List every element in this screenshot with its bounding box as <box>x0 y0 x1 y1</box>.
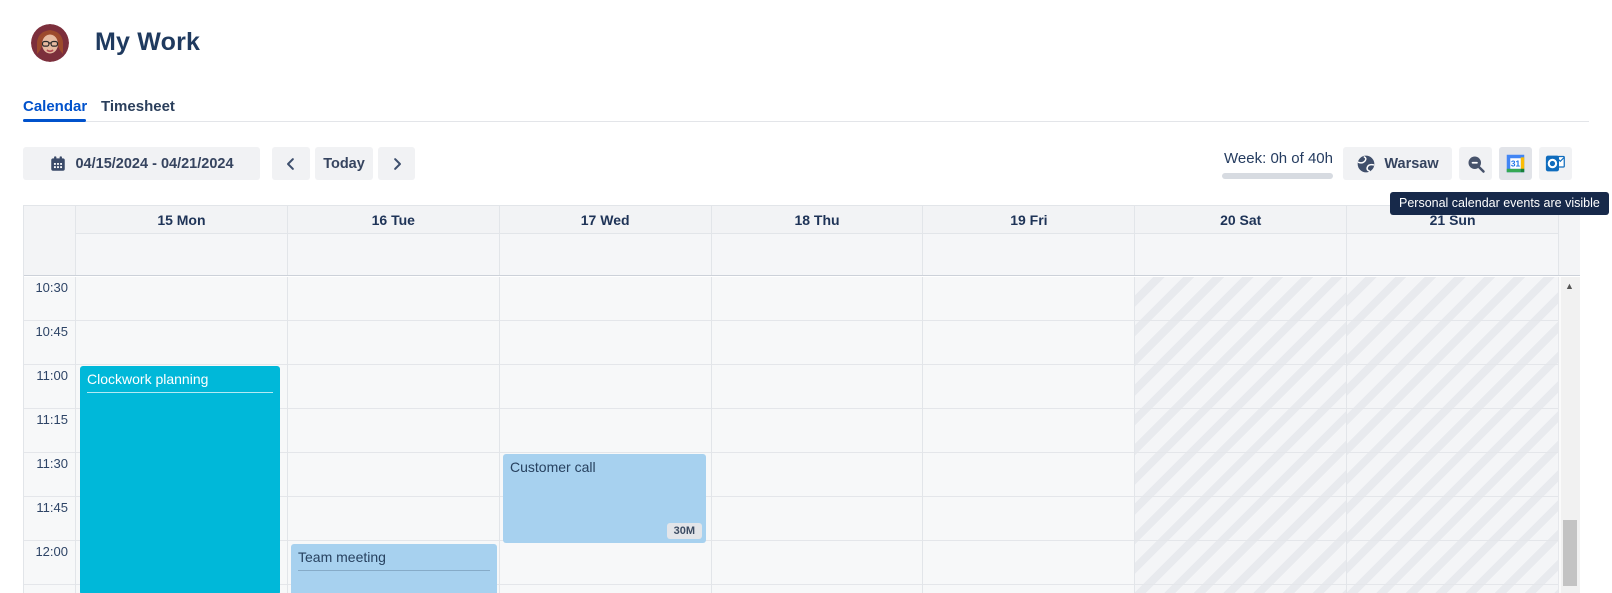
allday-cell[interactable] <box>1347 234 1558 275</box>
week-summary-label: Week: 0h of 40h <box>1160 150 1333 167</box>
day-column-thu[interactable] <box>711 277 923 593</box>
personal-events-tooltip: Personal calendar events are visible <box>1390 192 1609 215</box>
tab-timesheet[interactable]: Timesheet <box>101 98 175 115</box>
grid-corner-cell <box>24 206 75 275</box>
day-header-thu: 18 Thu <box>711 206 923 275</box>
outlook-icon <box>1545 153 1566 174</box>
event-customer-call[interactable]: Customer call 30M <box>503 454 706 543</box>
svg-text:31: 31 <box>1511 158 1521 168</box>
week-progress-bar <box>1222 173 1333 179</box>
day-header-tue: 16 Tue <box>287 206 499 275</box>
allday-cell[interactable] <box>923 234 1134 275</box>
tab-calendar[interactable]: Calendar <box>23 98 87 115</box>
day-column-wed[interactable] <box>499 277 711 593</box>
date-range-button[interactable]: 04/15/2024 - 04/21/2024 <box>23 147 260 180</box>
day-header-label: 20 Sat <box>1135 206 1346 234</box>
time-label: 10:30 <box>35 280 68 295</box>
day-column-sat[interactable] <box>1134 277 1346 593</box>
calendar-grid: 15 Mon 16 Tue 17 Wed 18 Thu 19 Fri 20 Sa… <box>23 205 1580 593</box>
day-header-label: 15 Mon <box>76 206 287 234</box>
event-title: Team meeting <box>298 549 490 571</box>
avatar[interactable] <box>31 24 69 62</box>
week-progress: Week: 0h of 40h <box>1160 150 1333 179</box>
scrollbar-thumb[interactable] <box>1563 520 1577 586</box>
timezone-button[interactable]: Warsaw <box>1343 147 1452 180</box>
day-header-mon: 15 Mon <box>75 206 287 275</box>
event-duration-badge: 30M <box>667 523 702 539</box>
header-filler-cell <box>1558 206 1580 275</box>
time-label: 12:00 <box>35 544 68 559</box>
event-title: Customer call <box>510 459 699 480</box>
time-gutter: 10:30 10:45 11:00 11:15 11:30 11:45 12:0… <box>24 277 75 593</box>
time-label: 11:30 <box>36 456 68 471</box>
event-clockwork-planning[interactable]: Clockwork planning <box>80 366 280 593</box>
allday-cell[interactable] <box>76 234 287 275</box>
timezone-label: Warsaw <box>1384 156 1438 172</box>
day-header-wed: 17 Wed <box>499 206 711 275</box>
time-label: 11:45 <box>36 500 68 515</box>
triangle-up-icon[interactable]: ▲ <box>1559 281 1580 291</box>
event-team-meeting[interactable]: Team meeting <box>291 544 497 593</box>
previous-week-button[interactable] <box>272 147 310 180</box>
avatar-image <box>31 24 69 62</box>
next-week-button[interactable] <box>378 147 415 180</box>
day-header-fri: 19 Fri <box>922 206 1134 275</box>
day-header-label: 18 Thu <box>712 206 923 234</box>
event-title: Clockwork planning <box>87 371 273 393</box>
outlook-toggle-button[interactable] <box>1539 147 1572 180</box>
date-range-label: 04/15/2024 - 04/21/2024 <box>75 156 233 172</box>
zoom-out-button[interactable] <box>1459 147 1492 180</box>
day-header-label: 19 Fri <box>923 206 1134 234</box>
day-header-label: 16 Tue <box>288 206 499 234</box>
day-column-sun[interactable] <box>1346 277 1558 593</box>
globe-icon <box>1356 154 1376 174</box>
time-label: 11:15 <box>36 412 68 427</box>
chevron-left-icon <box>282 155 300 173</box>
chevron-right-icon <box>388 155 406 173</box>
today-label: Today <box>323 156 365 172</box>
vertical-scrollbar[interactable]: ▲ <box>1558 277 1580 593</box>
google-calendar-toggle-button[interactable]: 31 <box>1499 147 1532 180</box>
tabs-divider <box>23 121 1589 122</box>
page-title: My Work <box>95 28 200 57</box>
day-header-sat: 20 Sat <box>1134 206 1346 275</box>
day-header-label: 17 Wed <box>500 206 711 234</box>
active-tab-indicator <box>23 119 86 122</box>
magnifier-minus-icon <box>1466 154 1486 174</box>
my-work-page: My Work Calendar Timesheet 04/15/2024 - … <box>0 0 1612 593</box>
today-button[interactable]: Today <box>315 147 373 180</box>
time-label: 10:45 <box>35 324 68 339</box>
google-calendar-icon: 31 <box>1505 153 1526 174</box>
allday-cell[interactable] <box>712 234 923 275</box>
calendar-header-row: 15 Mon 16 Tue 17 Wed 18 Thu 19 Fri 20 Sa… <box>24 206 1580 276</box>
allday-cell[interactable] <box>288 234 499 275</box>
calendar-icon <box>49 155 67 173</box>
allday-cell[interactable] <box>500 234 711 275</box>
time-label: 11:00 <box>36 368 68 383</box>
allday-cell[interactable] <box>1135 234 1346 275</box>
day-header-sun: 21 Sun <box>1346 206 1558 275</box>
day-column-fri[interactable] <box>922 277 1134 593</box>
